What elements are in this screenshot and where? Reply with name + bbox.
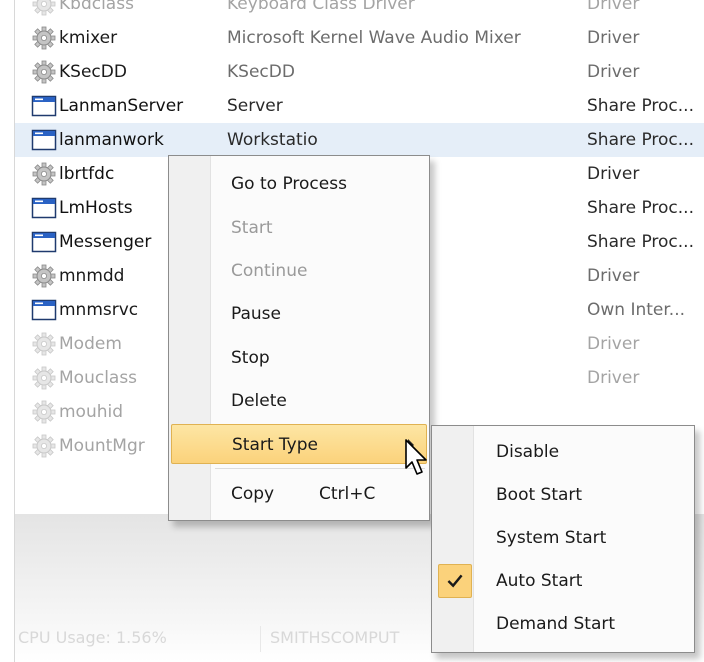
cpu-usage-text: CPU Usage: 1.56% — [18, 628, 167, 647]
menu-item-delete[interactable]: Delete — [171, 381, 427, 421]
service-row[interactable]: KSecDD KSecDD Driver — [15, 55, 704, 89]
gear-icon — [31, 0, 57, 16]
service-type: Driver — [587, 368, 640, 388]
start-type-submenu: Disable Boot Start System Start Auto Start D… — [431, 425, 695, 653]
service-name: kmixer — [59, 28, 118, 48]
service-description: Workstatio — [227, 130, 318, 150]
menu-item-label: Copy — [231, 484, 275, 504]
menu-item-label: Continue — [231, 261, 308, 281]
service-name: lanmanwork — [59, 130, 164, 150]
mouse-cursor-icon — [405, 439, 427, 475]
service-name: KSecDD — [59, 62, 127, 82]
gear-icon — [31, 26, 57, 50]
gear-icon — [31, 162, 57, 186]
menu-item-label: Boot Start — [496, 485, 583, 505]
menu-item-label: Stop — [231, 348, 270, 368]
service-description: KSecDD — [227, 62, 295, 82]
menu-item-label: Delete — [231, 391, 287, 411]
gear-icon — [31, 400, 57, 424]
menu-item-label: System Start — [496, 528, 607, 548]
service-type: Own Inter... — [587, 300, 686, 320]
service-description: Microsoft Kernel Wave Audio Mixer — [227, 28, 521, 48]
start-type-system-start[interactable]: System Start — [434, 518, 692, 558]
window-icon — [31, 298, 57, 322]
service-type: Driver — [587, 0, 640, 14]
start-type-disable[interactable]: Disable — [434, 432, 692, 472]
process-hacker-window: Kbdclass Keyboard Class Driver Driver kmixe… — [0, 0, 704, 662]
menu-item-label: Disable — [496, 442, 560, 462]
service-type: Driver — [587, 62, 640, 82]
service-type: Driver — [587, 28, 640, 48]
menu-item-label: Pause — [231, 304, 281, 324]
menu-item-label: Auto Start — [496, 571, 583, 591]
gear-icon — [31, 366, 57, 390]
service-row[interactable]: lanmanwork Workstatio Share Proc... — [15, 123, 704, 157]
start-type-auto-start[interactable]: Auto Start — [434, 561, 692, 601]
service-type: Share Proc... — [587, 130, 694, 150]
status-separator — [260, 626, 261, 652]
computer-name-text: SMITHSCOMPUT — [270, 628, 400, 647]
service-name: Kbdclass — [59, 0, 134, 14]
gear-icon — [31, 434, 57, 458]
menu-item-copy[interactable]: Copy Ctrl+C — [171, 474, 427, 514]
menu-item-label: Start Type — [232, 435, 318, 455]
menu-item-label: Go to Process — [231, 174, 347, 194]
service-name: LanmanServer — [59, 96, 184, 116]
service-description: Server — [227, 96, 283, 116]
service-row[interactable]: LanmanServer Server Share Proc... — [15, 89, 704, 123]
checkmark-icon — [438, 564, 472, 598]
menu-item-shortcut: Ctrl+C — [319, 484, 376, 504]
start-type-demand-start[interactable]: Demand Start — [434, 604, 692, 644]
window-icon — [31, 128, 57, 152]
context-menu: Go to Process Start Continue Pause Stop Delet… — [168, 155, 430, 521]
menu-item-label: Start — [231, 218, 273, 238]
service-type: Driver — [587, 334, 640, 354]
service-type: Share Proc... — [587, 198, 694, 218]
menu-item-pause[interactable]: Pause — [171, 294, 427, 334]
service-type: Driver — [587, 164, 640, 184]
window-icon — [31, 94, 57, 118]
start-type-boot-start[interactable]: Boot Start — [434, 475, 692, 515]
service-type: Driver — [587, 266, 640, 286]
window-icon — [31, 196, 57, 220]
menu-item-stop[interactable]: Stop — [171, 338, 427, 378]
service-type: Share Proc... — [587, 232, 694, 252]
menu-item-go-to-process[interactable]: Go to Process — [171, 164, 427, 204]
gear-icon — [31, 60, 57, 84]
window-icon — [31, 230, 57, 254]
menu-item-continue[interactable]: Continue — [171, 251, 427, 291]
menu-item-start[interactable]: Start — [171, 208, 427, 248]
menu-item-start-type[interactable]: Start Type — [171, 424, 427, 464]
service-row[interactable]: kmixer Microsoft Kernel Wave Audio Mixer D… — [15, 21, 704, 55]
service-row[interactable]: Kbdclass Keyboard Class Driver Driver — [15, 0, 704, 21]
menu-separator — [215, 468, 425, 469]
gear-icon — [31, 332, 57, 356]
service-description: Keyboard Class Driver — [227, 0, 415, 14]
service-type — [587, 395, 704, 429]
service-type: Share Proc... — [587, 96, 694, 116]
menu-item-label: Demand Start — [496, 614, 616, 634]
gear-icon — [31, 264, 57, 288]
